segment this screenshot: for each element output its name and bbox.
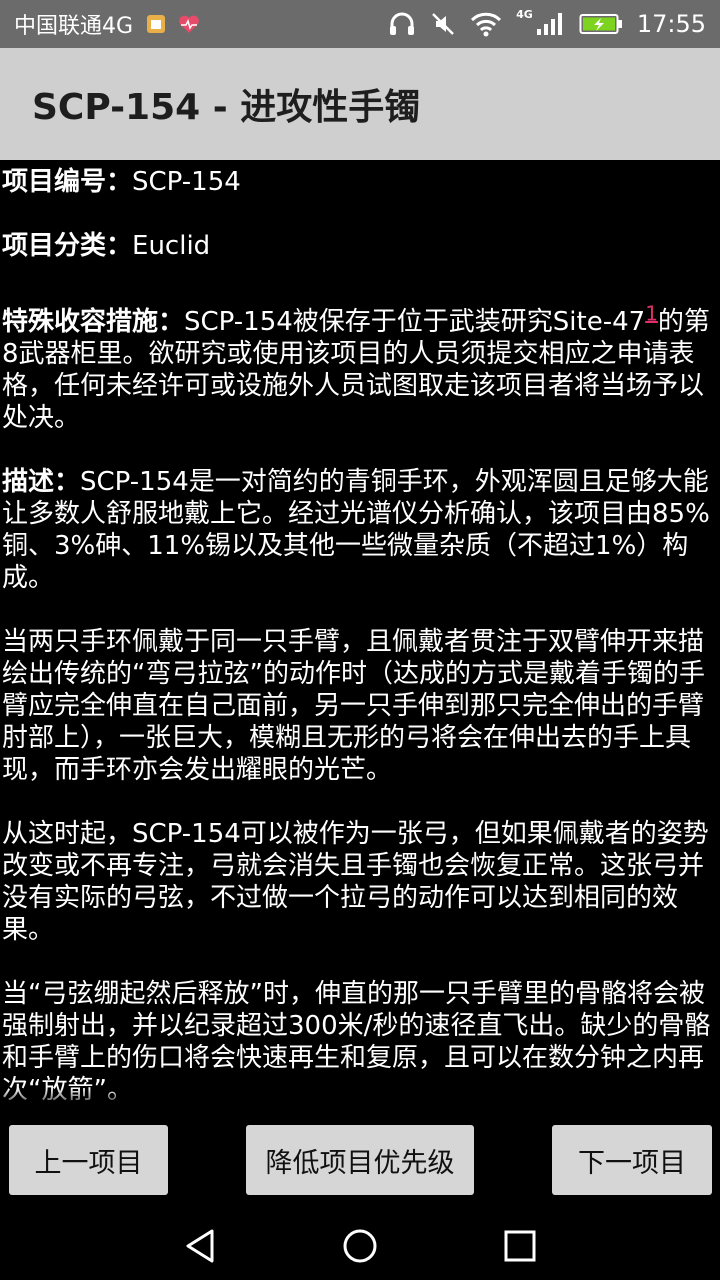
back-triangle-icon[interactable]: [180, 1226, 220, 1266]
heart-app-icon: [179, 15, 199, 33]
status-bar: 中国联通4G 4G 17:55: [0, 0, 720, 48]
containment-paragraph: 特殊收容措施：SCP-154被保存于位于武装研究Site-471的第8武器柜里。…: [0, 303, 720, 434]
item-number-label: 项目编号：: [2, 167, 133, 197]
lower-priority-button[interactable]: 降低项目优先级: [246, 1125, 474, 1195]
carrier-label: 中国联通4G: [14, 14, 134, 39]
home-circle-icon[interactable]: [340, 1226, 380, 1266]
wifi-icon: [471, 12, 502, 37]
signal-icon: [536, 13, 562, 35]
previous-item-button[interactable]: 上一项目: [9, 1125, 168, 1195]
body-paragraph-3: 当“弓弦绷起然后释放”时，伸直的那一只手臂里的骨骼将会被强制射出，并以纪录超过3…: [2, 979, 711, 1105]
notification-app-icon: [147, 15, 166, 33]
headphones-icon: [390, 12, 415, 35]
footnote-link[interactable]: 1: [645, 301, 658, 325]
item-number-line: 项目编号：SCP-154: [0, 166, 720, 198]
article-content[interactable]: 项目编号：SCP-154 项目分类：Euclid 特殊收容措施：SCP-154被…: [0, 160, 720, 1110]
action-bar: SCP-154 - 进攻性手镯: [0, 48, 720, 160]
body-paragraph-1: 当两只手环佩戴于同一只手臂，且佩戴者贯注于双臂伸开来描绘出传统的“弯弓拉弦”的动…: [2, 627, 705, 785]
next-item-button[interactable]: 下一项目: [552, 1125, 712, 1195]
description-paragraph: 描述：SCP-154是一对简约的青铜手环，外观浑圆且足够大能让多数人舒服地戴上它…: [0, 466, 720, 594]
item-number-value: SCP-154: [132, 167, 241, 197]
network-type-label: 4G: [516, 7, 533, 21]
mute-icon: [432, 13, 455, 35]
page-title: SCP-154 - 进攻性手镯: [32, 87, 421, 128]
battery-charging-icon: [579, 14, 622, 34]
containment-text-a: SCP-154被保存于位于武装研究Site-47: [184, 307, 646, 337]
navigation-bar: [0, 1210, 720, 1280]
recents-square-icon[interactable]: [500, 1226, 540, 1266]
status-left-icons: [145, 13, 201, 35]
object-class-line: 项目分类：Euclid: [0, 230, 720, 262]
body-paragraph-2: 从这时起，SCP-154可以被作为一张弓，但如果佩戴者的姿势改变或不再专注，弓就…: [2, 819, 709, 945]
description-text: SCP-154是一对简约的青铜手环，外观浑圆且足够大能让多数人舒服地戴上它。经过…: [2, 467, 710, 593]
status-right-icons: 4G 17:55: [388, 0, 706, 48]
scroll-fade: [0, 1088, 720, 1110]
clock: 17:55: [636, 10, 706, 38]
description-label: 描述：: [2, 467, 81, 497]
object-class-label: 项目分类：: [2, 231, 133, 261]
containment-label: 特殊收容措施：: [2, 307, 185, 337]
object-class-value: Euclid: [132, 231, 211, 261]
